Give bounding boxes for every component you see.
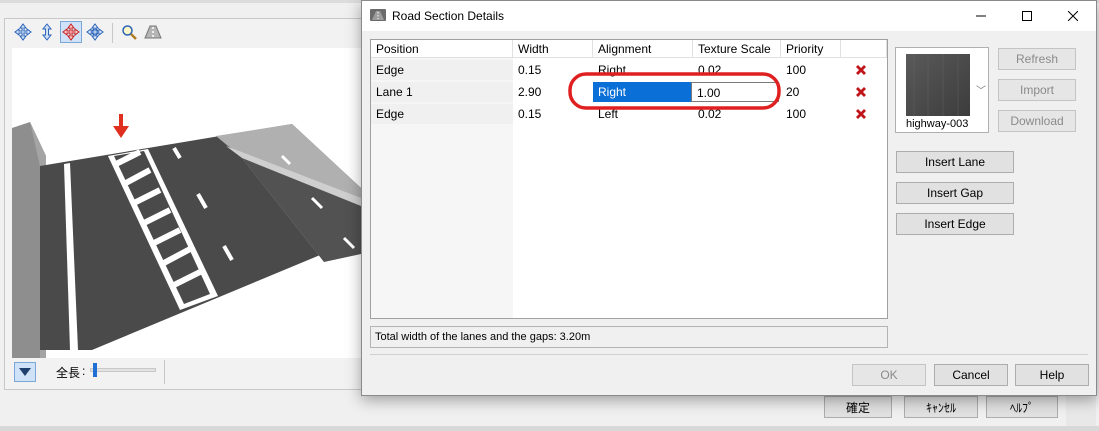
row-priority[interactable]: 20 xyxy=(781,82,841,102)
rotate-icon[interactable] xyxy=(84,21,106,43)
highlight-annotation xyxy=(568,72,781,110)
road-section-dialog: Road Section Details Position Width Alig… xyxy=(361,0,1097,396)
insert-edge-button[interactable]: Insert Edge xyxy=(896,213,1014,235)
row-priority[interactable]: 100 xyxy=(781,104,841,124)
preview-statusbar: 全長 : xyxy=(12,360,360,384)
import-button[interactable]: Import xyxy=(998,79,1076,101)
road-view-icon[interactable] xyxy=(142,21,164,43)
triangle-down-icon xyxy=(19,368,31,376)
delete-row-icon[interactable] xyxy=(855,64,867,76)
maximize-button[interactable] xyxy=(1004,1,1050,31)
help-jp-button[interactable]: ﾍﾙﾌﾟ xyxy=(986,396,1058,418)
texture-selector[interactable]: ﹀ highway-003 xyxy=(895,47,989,133)
cancel-jp-button[interactable]: ｷｬﾝｾﾙ xyxy=(904,396,978,418)
header-alignment[interactable]: Alignment xyxy=(593,40,693,58)
preview-toolbar xyxy=(12,20,362,46)
minimize-icon xyxy=(976,15,986,17)
close-button[interactable] xyxy=(1050,1,1096,31)
row-priority[interactable]: 100 xyxy=(781,60,841,80)
red-arrow-marker xyxy=(113,114,129,138)
length-slider-thumb[interactable] xyxy=(93,363,98,377)
texture-name: highway-003 xyxy=(906,118,969,130)
statusbar-separator xyxy=(164,360,165,384)
minimize-button[interactable] xyxy=(958,1,1004,31)
collapse-button[interactable] xyxy=(14,362,36,382)
download-button[interactable]: Download xyxy=(998,110,1076,132)
maximize-icon xyxy=(1022,11,1032,21)
insert-gap-button[interactable]: Insert Gap xyxy=(896,182,1014,204)
taskbar-edge xyxy=(0,426,1099,431)
cancel-button[interactable]: Cancel xyxy=(934,364,1008,386)
delete-row-icon[interactable] xyxy=(855,86,867,98)
confirm-button[interactable]: 確定 xyxy=(824,396,892,418)
help-button[interactable]: Help xyxy=(1015,364,1089,386)
length-label: 全長 xyxy=(56,366,81,380)
header-delete xyxy=(841,40,887,58)
row-position[interactable]: Edge xyxy=(371,60,513,80)
move-red-icon[interactable] xyxy=(60,21,82,43)
close-icon xyxy=(1068,11,1078,21)
dialog-titlebar[interactable]: Road Section Details xyxy=(362,1,1096,31)
vertical-arrows-icon[interactable] xyxy=(36,21,58,43)
row-position[interactable]: Edge xyxy=(371,104,513,124)
road-3d-preview[interactable] xyxy=(12,48,361,358)
dialog-separator xyxy=(370,354,1088,355)
header-position[interactable]: Position xyxy=(371,40,513,58)
texture-swatch xyxy=(906,54,970,116)
delete-row-icon[interactable] xyxy=(855,108,867,120)
refresh-button[interactable]: Refresh xyxy=(998,48,1076,70)
road-app-icon xyxy=(370,9,386,21)
background-scroll-corner xyxy=(1066,394,1096,426)
length-slider[interactable] xyxy=(90,368,156,372)
chevron-down-icon[interactable]: ﹀ xyxy=(976,82,986,97)
toolbar-separator xyxy=(112,23,113,43)
row-position[interactable]: Lane 1 xyxy=(371,82,513,102)
header-texture-scale[interactable]: Texture Scale xyxy=(693,40,781,58)
insert-lane-button[interactable]: Insert Lane xyxy=(896,151,1014,173)
ok-button[interactable]: OK xyxy=(852,364,926,386)
zoom-icon[interactable] xyxy=(118,21,140,43)
header-width[interactable]: Width xyxy=(513,40,593,58)
move-icon[interactable] xyxy=(12,21,34,43)
dialog-title: Road Section Details xyxy=(392,9,505,23)
total-width-status: Total width of the lanes and the gaps: 3… xyxy=(370,326,888,348)
header-priority[interactable]: Priority xyxy=(781,40,841,58)
